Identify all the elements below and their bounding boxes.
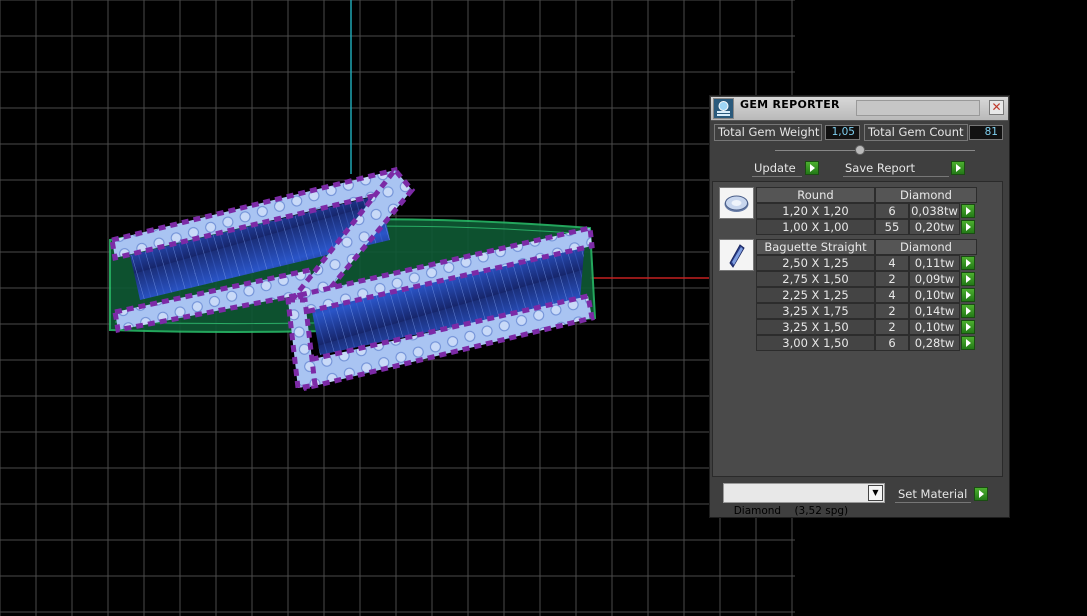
gem-count: 4	[875, 255, 909, 271]
gem-weight: 0,09tw	[909, 271, 960, 287]
set-material-button-label[interactable]: Set Material	[895, 486, 971, 503]
gem-size: 3,25 X 1,50	[756, 319, 875, 335]
gem-weight: 0,10tw	[909, 287, 960, 303]
ring-model[interactable]	[109, 166, 597, 392]
gem-count: 4	[875, 287, 909, 303]
total-gem-count-label: Total Gem Count	[864, 124, 968, 141]
gem-row-select-button[interactable]	[961, 272, 975, 286]
gem-row-select-button[interactable]	[961, 336, 975, 350]
title-bar-spacer	[856, 100, 980, 116]
material-select[interactable]: Diamond (3,52 spg) ▼	[723, 483, 885, 517]
set-material-button[interactable]	[974, 487, 988, 501]
gem-count: 6	[875, 335, 909, 351]
gem-row-select-button[interactable]	[961, 320, 975, 334]
total-gem-weight-value: 1,05	[825, 125, 860, 140]
group-round-material: Diamond	[875, 187, 977, 203]
gem-count: 55	[875, 219, 909, 235]
gem-row-select-button[interactable]	[961, 304, 975, 318]
size-slider-handle[interactable]	[855, 145, 865, 155]
total-gem-weight-label: Total Gem Weight	[714, 124, 822, 141]
panel-title: GEM REPORTER	[740, 98, 840, 111]
group-round-cut: Round	[756, 187, 875, 203]
round-gem-icon[interactable]	[719, 187, 754, 219]
gem-row-select-button[interactable]	[961, 256, 975, 270]
gem-size: 2,50 X 1,25	[756, 255, 875, 271]
gem-weight: 0,10tw	[909, 319, 960, 335]
gem-size: 3,25 X 1,75	[756, 303, 875, 319]
gem-weight: 0,11tw	[909, 255, 960, 271]
chevron-down-icon[interactable]: ▼	[868, 485, 883, 501]
gem-size: 3,00 X 1,50	[756, 335, 875, 351]
update-button[interactable]	[805, 161, 819, 175]
panel-titlebar[interactable]: GEM REPORTER ✕	[711, 97, 1008, 121]
gem-row-select-button[interactable]	[961, 204, 975, 218]
group-baguette-cut: Baguette Straight	[756, 239, 875, 255]
gem-count: 2	[875, 303, 909, 319]
gem-weight: 0,28tw	[909, 335, 960, 351]
gem-reporter-app-icon	[713, 98, 734, 119]
total-gem-count-value: 81	[969, 125, 1003, 140]
gem-size: 1,20 X 1,20	[756, 203, 875, 219]
gem-size: 2,25 X 1,25	[756, 287, 875, 303]
gem-row-select-button[interactable]	[961, 288, 975, 302]
gem-weight: 0,20tw	[909, 219, 960, 235]
gem-size: 1,00 X 1,00	[756, 219, 875, 235]
gem-count: 6	[875, 203, 909, 219]
update-button-label[interactable]: Update	[752, 160, 802, 177]
gem-weight: 0,038tw	[909, 203, 960, 219]
save-report-button[interactable]	[951, 161, 965, 175]
gem-count: 2	[875, 319, 909, 335]
save-report-button-label[interactable]: Save Report	[843, 160, 949, 177]
gem-count: 2	[875, 271, 909, 287]
gem-size: 2,75 X 1,50	[756, 271, 875, 287]
size-slider-track[interactable]	[775, 150, 975, 151]
baguette-gem-icon[interactable]	[719, 239, 754, 271]
material-select-value: Diamond (3,52 spg)	[733, 505, 849, 517]
gem-weight: 0,14tw	[909, 303, 960, 319]
gem-row-select-button[interactable]	[961, 220, 975, 234]
close-icon[interactable]: ✕	[989, 100, 1004, 115]
group-baguette-material: Diamond	[875, 239, 977, 255]
